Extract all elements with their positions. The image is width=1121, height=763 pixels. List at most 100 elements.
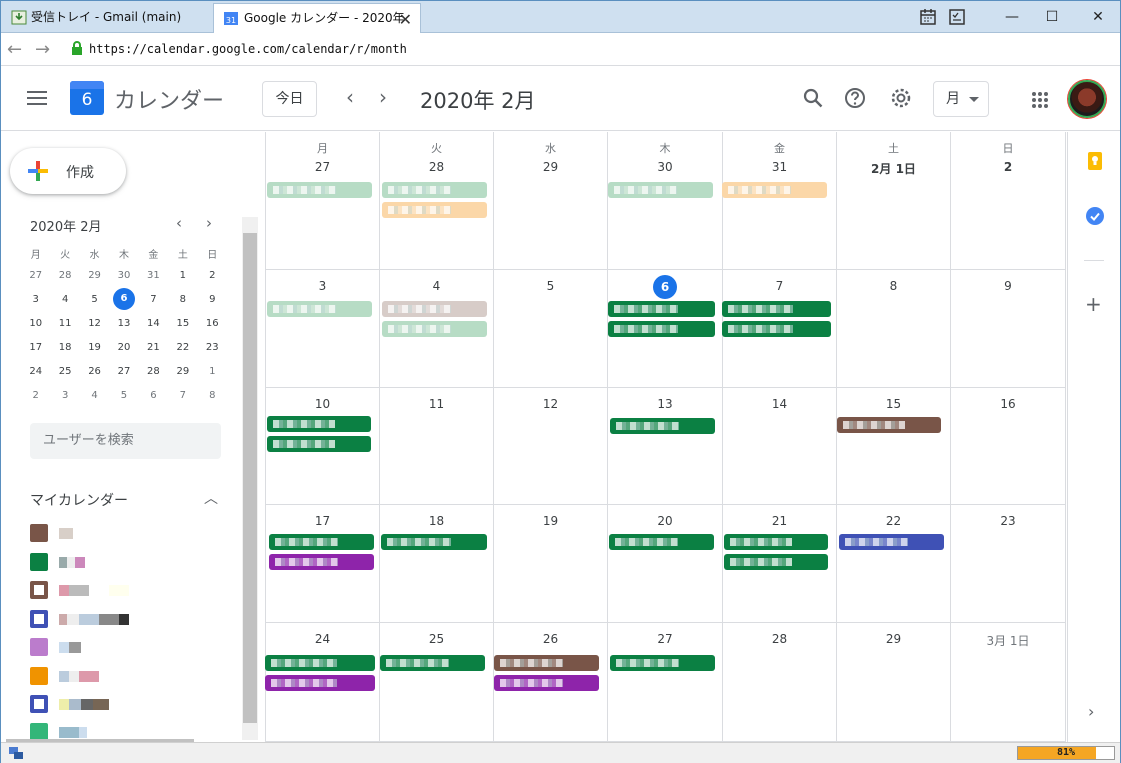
calendar-event[interactable] bbox=[265, 675, 375, 691]
expand-panel-icon[interactable]: › bbox=[1088, 702, 1094, 721]
keep-icon[interactable] bbox=[1085, 151, 1105, 171]
mini-day[interactable]: 27 bbox=[109, 359, 138, 383]
mini-day[interactable]: 11 bbox=[50, 311, 79, 335]
calendar-color-swatch[interactable] bbox=[30, 553, 48, 571]
mini-day[interactable]: 5 bbox=[80, 287, 109, 311]
maximize-icon[interactable]: ☐ bbox=[1042, 7, 1062, 27]
day-number[interactable]: 22 bbox=[837, 514, 950, 528]
day-number[interactable]: 24 bbox=[266, 632, 379, 646]
day-cell[interactable]: 9 bbox=[951, 270, 1066, 388]
day-number[interactable]: 18 bbox=[380, 514, 493, 528]
day-cell[interactable]: 13 bbox=[608, 388, 723, 505]
calendar-event[interactable] bbox=[267, 301, 372, 317]
tab-calendar[interactable]: 31 Google カレンダー - 2020年 ✕ bbox=[213, 3, 421, 33]
calendar-event[interactable] bbox=[265, 655, 375, 671]
calendar-app-icon[interactable] bbox=[918, 7, 938, 27]
day-cell[interactable]: 水 29 bbox=[494, 132, 608, 270]
day-number[interactable]: 16 bbox=[951, 397, 1065, 411]
mini-day[interactable]: 18 bbox=[50, 335, 79, 359]
calendar-event[interactable] bbox=[494, 655, 599, 671]
day-number[interactable]: 12 bbox=[494, 397, 607, 411]
day-cell[interactable]: 日2 bbox=[951, 132, 1066, 270]
calendar-event[interactable] bbox=[724, 534, 828, 550]
mini-day[interactable]: 5 bbox=[109, 383, 138, 407]
tasks-icon[interactable] bbox=[1085, 206, 1105, 226]
mini-day[interactable]: 15 bbox=[168, 311, 197, 335]
chevron-up-icon[interactable]: ︿ bbox=[204, 488, 218, 508]
calendar-event[interactable] bbox=[382, 202, 487, 218]
mini-day[interactable]: 28 bbox=[50, 263, 79, 287]
mini-day[interactable]: 7 bbox=[139, 287, 168, 311]
mini-day[interactable]: 19 bbox=[80, 335, 109, 359]
day-cell[interactable]: 15 bbox=[837, 388, 951, 505]
mini-day[interactable]: 12 bbox=[80, 311, 109, 335]
calendar-event[interactable] bbox=[269, 534, 374, 550]
forward-icon[interactable]: → bbox=[35, 39, 50, 60]
day-cell[interactable]: 月 27 bbox=[265, 132, 380, 270]
calendar-color-swatch[interactable] bbox=[30, 695, 48, 713]
day-number[interactable]: 2 bbox=[951, 160, 1065, 174]
tasks-app-icon[interactable] bbox=[947, 7, 967, 27]
mini-day[interactable]: 29 bbox=[168, 359, 197, 383]
calendar-event[interactable] bbox=[494, 675, 599, 691]
day-number[interactable]: 5 bbox=[494, 279, 607, 293]
day-number[interactable]: 23 bbox=[951, 514, 1065, 528]
mini-day[interactable]: 2 bbox=[21, 383, 50, 407]
day-number[interactable]: 10 bbox=[266, 397, 379, 411]
day-number[interactable]: 27 bbox=[608, 632, 722, 646]
day-cell[interactable]: 29 bbox=[837, 623, 951, 742]
day-number[interactable]: 28 bbox=[380, 160, 493, 174]
mini-next-icon[interactable]: › bbox=[206, 214, 212, 232]
day-number[interactable]: 14 bbox=[723, 397, 836, 411]
day-cell[interactable]: 金 31 bbox=[723, 132, 837, 270]
day-number[interactable]: 3月 1日 bbox=[951, 632, 1065, 649]
day-cell[interactable]: 28 bbox=[723, 623, 837, 742]
day-number[interactable]: 30 bbox=[608, 160, 722, 174]
day-number[interactable]: 29 bbox=[494, 160, 607, 174]
day-number[interactable]: 29 bbox=[837, 632, 950, 646]
calendar-event[interactable] bbox=[610, 655, 715, 671]
day-number[interactable]: 20 bbox=[608, 514, 722, 528]
mini-day[interactable]: 31 bbox=[139, 263, 168, 287]
add-addon-icon[interactable]: + bbox=[1085, 292, 1102, 316]
mini-day[interactable]: 28 bbox=[139, 359, 168, 383]
calendar-color-swatch[interactable] bbox=[30, 610, 48, 628]
calendar-event[interactable] bbox=[382, 301, 487, 317]
calendar-event[interactable] bbox=[608, 321, 715, 337]
day-number[interactable]: 9 bbox=[951, 279, 1065, 293]
calendar-event[interactable] bbox=[722, 301, 831, 317]
day-number[interactable]: 25 bbox=[380, 632, 493, 646]
mini-day[interactable]: 2 bbox=[198, 263, 227, 287]
mini-day[interactable]: 14 bbox=[139, 311, 168, 335]
mini-day[interactable]: 26 bbox=[80, 359, 109, 383]
help-icon[interactable] bbox=[842, 85, 868, 111]
calendar-event[interactable] bbox=[722, 182, 827, 198]
zoom-indicator[interactable]: 81% bbox=[1017, 746, 1115, 760]
calendar-event[interactable] bbox=[381, 534, 487, 550]
day-cell[interactable]: 12 bbox=[494, 388, 608, 505]
day-cell[interactable]: 20 bbox=[608, 505, 723, 623]
close-tab-icon[interactable]: ✕ bbox=[399, 6, 412, 33]
day-number[interactable]: 17 bbox=[266, 514, 379, 528]
day-number[interactable]: 13 bbox=[608, 397, 722, 411]
mini-day[interactable]: 30 bbox=[109, 263, 138, 287]
prev-month-icon[interactable]: ‹ bbox=[346, 85, 354, 109]
mini-day[interactable]: 1 bbox=[168, 263, 197, 287]
sidebar-scrollbar[interactable] bbox=[242, 217, 258, 740]
calendar-color-swatch[interactable] bbox=[30, 581, 48, 599]
mini-day[interactable]: 23 bbox=[198, 335, 227, 359]
day-number[interactable]: 19 bbox=[494, 514, 607, 528]
day-number[interactable]: 26 bbox=[494, 632, 607, 646]
calendar-event[interactable] bbox=[269, 554, 374, 570]
calendar-event[interactable] bbox=[267, 182, 372, 198]
calendar-event[interactable] bbox=[839, 534, 944, 550]
mini-day[interactable]: 27 bbox=[21, 263, 50, 287]
day-cell[interactable]: 27 bbox=[608, 623, 723, 742]
day-number[interactable]: 28 bbox=[723, 632, 836, 646]
url-field[interactable]: https://calendar.google.com/calendar/r/m… bbox=[89, 42, 407, 56]
day-number[interactable]: 3 bbox=[266, 279, 379, 293]
apps-grid-icon[interactable] bbox=[1031, 91, 1049, 109]
settings-gear-icon[interactable] bbox=[888, 85, 914, 111]
mini-day[interactable]: 7 bbox=[168, 383, 197, 407]
day-number[interactable]: 27 bbox=[266, 160, 379, 174]
